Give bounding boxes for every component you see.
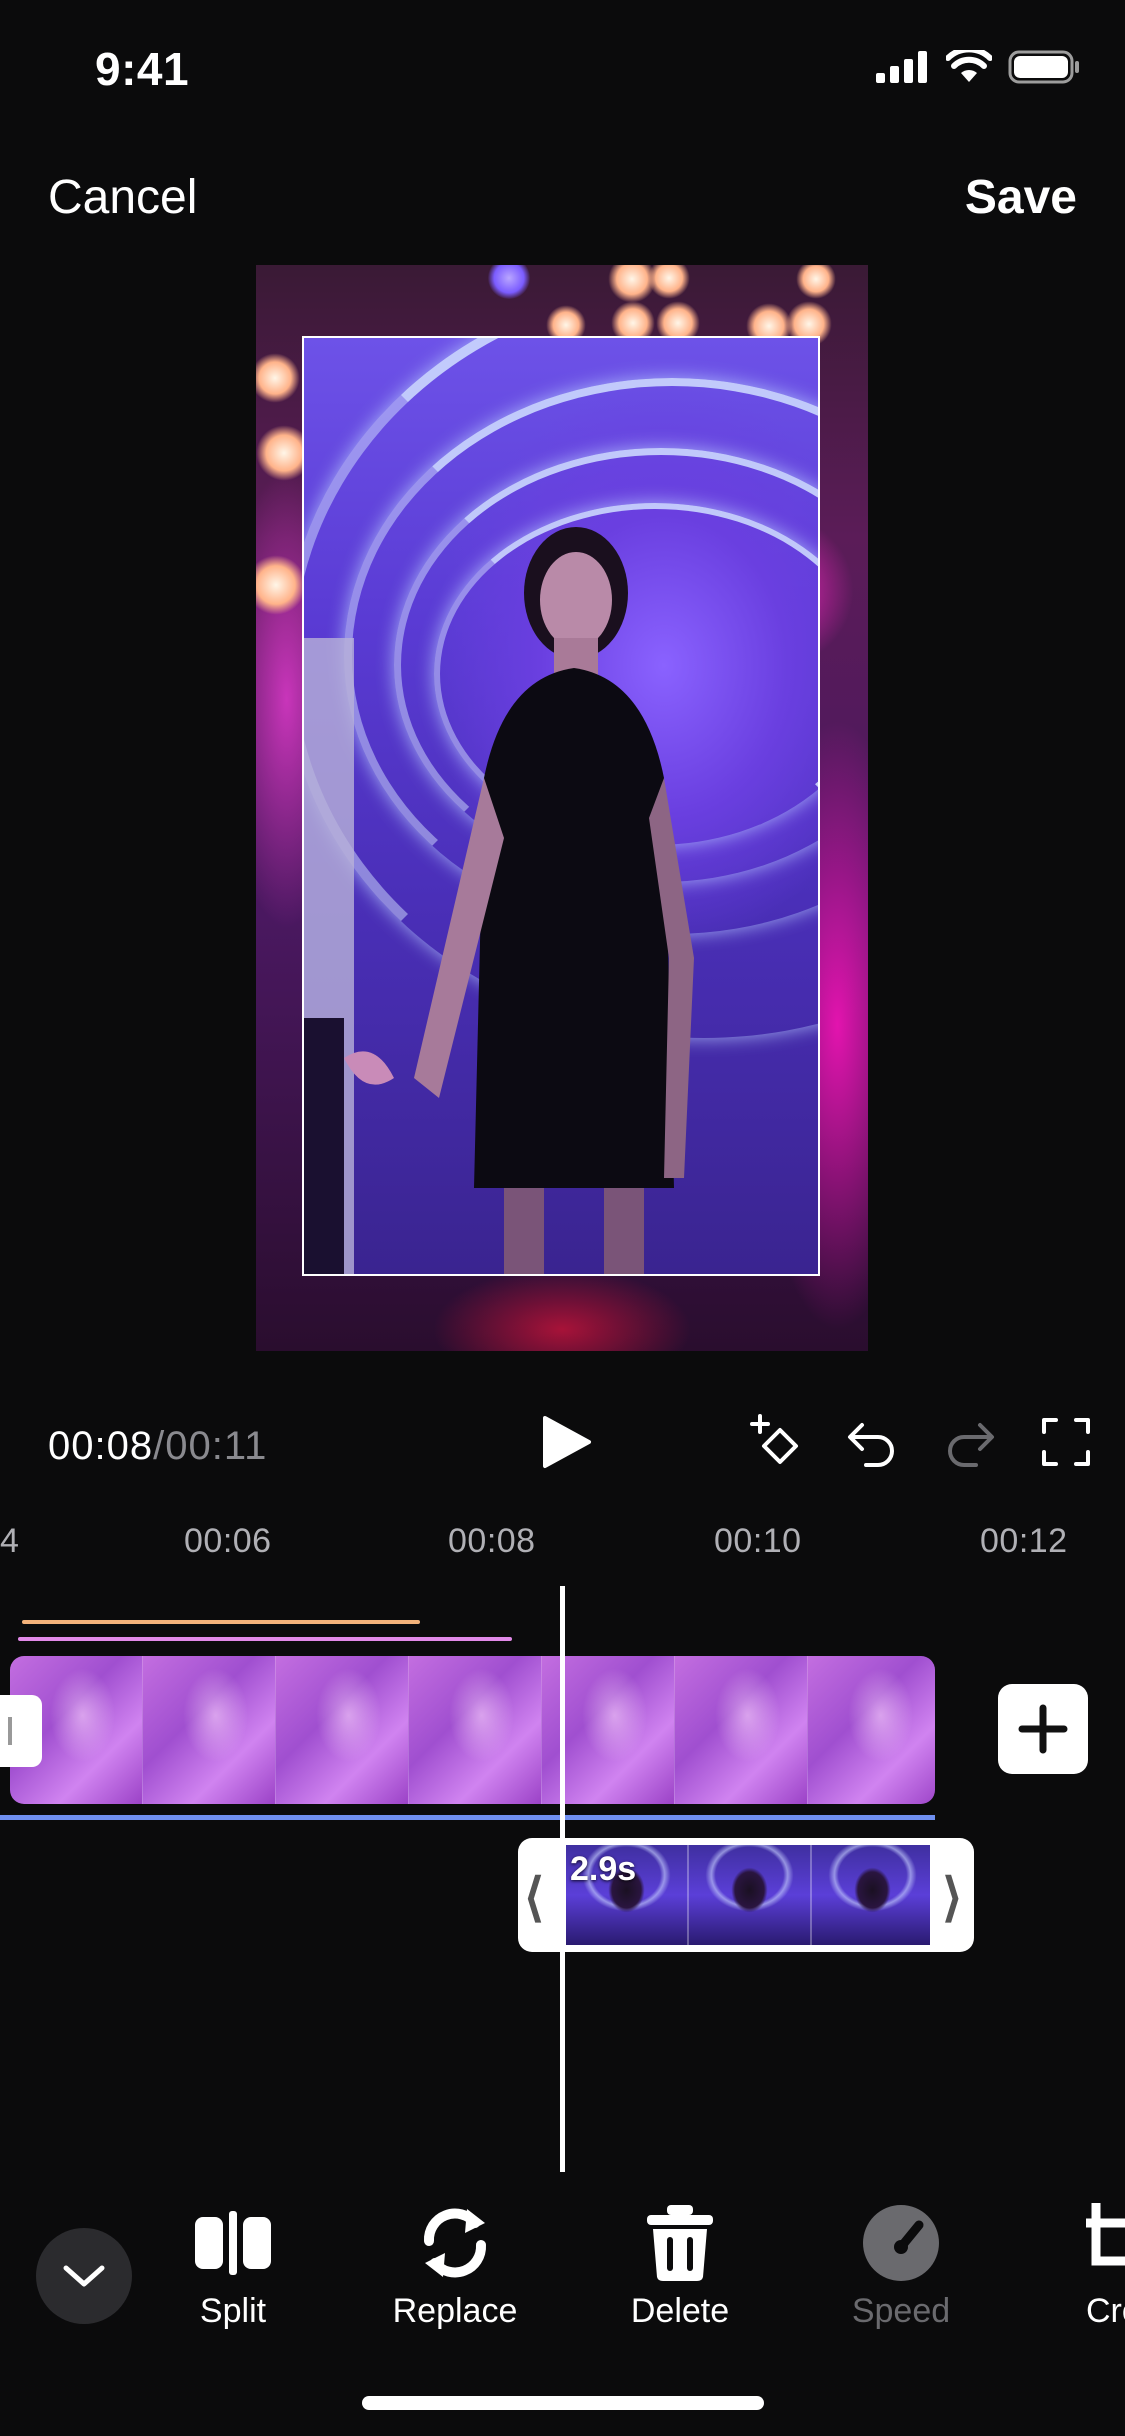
add-keyframe-button[interactable] [746,1412,806,1472]
tool-label: Cro [1086,2292,1125,2330]
audio-track-line[interactable] [22,1620,420,1624]
add-clip-button[interactable] [998,1684,1088,1774]
total-time: 00:11 [165,1424,268,1468]
clip-thumbnail [409,1656,542,1804]
clip-trim-handle[interactable] [0,1695,42,1767]
status-time: 9:41 [95,43,190,95]
home-indicator[interactable] [362,2396,764,2410]
redo-icon [948,1423,994,1467]
clip-thumbnail [675,1656,808,1804]
main-video-clip[interactable] [10,1656,935,1804]
trash-icon [647,2205,713,2281]
tool-label: Split [199,2292,267,2330]
split-icon [195,2211,271,2275]
cancel-button[interactable]: Cancel [48,170,197,225]
clip-thumbnail [812,1845,930,1945]
fullscreen-button[interactable] [1036,1412,1096,1472]
clip-thumbnail [689,1845,812,1945]
chevron-down-icon [63,2265,105,2287]
ruler-tick: 00:10 [714,1522,802,1560]
tool-label: Replace [392,2292,518,2330]
trim-left-handle-icon[interactable]: ⟨ [524,1868,544,1928]
speed-tool[interactable]: Speed [845,2198,957,2331]
ruler-tick: 00:06 [184,1522,272,1560]
split-tool[interactable]: Split [190,2198,276,2331]
main-track-line [0,1815,935,1820]
redo-button[interactable] [940,1412,1000,1472]
delete-tool[interactable]: Delete [620,2198,740,2331]
battery-icon [1008,50,1079,84]
tool-label: Delete [630,2292,730,2330]
speed-icon [863,2205,939,2281]
collapse-button[interactable] [36,2228,132,2324]
undo-button[interactable] [842,1412,902,1472]
crop-icon [1086,2203,1125,2266]
fullscreen-icon [1042,1418,1090,1466]
playhead[interactable] [560,1586,565,2172]
time-separator: / [153,1424,166,1468]
save-button[interactable]: Save [965,170,1077,225]
clip-thumbnail [276,1656,409,1804]
preview-image-subject [304,527,694,1274]
wifi-icon [946,50,992,82]
signal-icon [876,51,927,83]
crop-tool[interactable]: Cro [1086,2198,1125,2331]
trim-right-handle-icon[interactable]: ⟩ [942,1868,962,1928]
clip-thumbnail [808,1656,935,1804]
play-button[interactable] [536,1412,596,1472]
status-icons [876,50,1080,84]
timecode: 00:08/00:11 [48,1424,267,1469]
ruler-tick: 00:08 [448,1522,536,1560]
plus-icon [1018,1704,1068,1754]
ruler-tick: 00:12 [980,1522,1068,1560]
add-keyframe-icon [750,1414,798,1464]
play-icon [543,1416,591,1468]
replace-icon [423,2208,487,2278]
crop-frame[interactable] [302,336,820,1276]
clip-duration-label: 2.9s [570,1850,637,1888]
ruler-tick: 4 [0,1522,20,1560]
undo-icon [848,1423,894,1467]
audio-track-line[interactable] [18,1637,512,1641]
tool-label: Speed [851,2292,951,2330]
replace-tool[interactable]: Replace [380,2198,530,2331]
clip-thumbnail [143,1656,276,1804]
current-time: 00:08 [48,1424,154,1468]
